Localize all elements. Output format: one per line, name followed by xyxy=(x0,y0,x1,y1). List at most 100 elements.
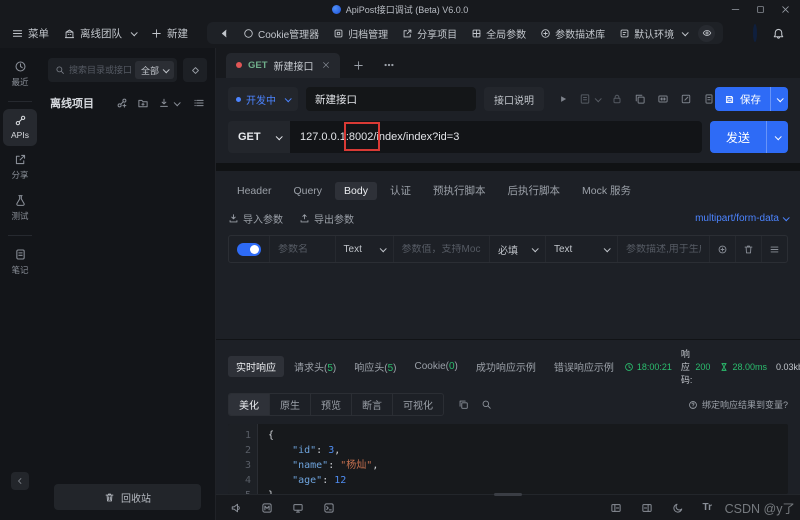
collapse-right-panel-button[interactable] xyxy=(641,502,653,514)
minimize-button[interactable] xyxy=(731,5,740,14)
tab-header[interactable]: Header xyxy=(228,182,280,200)
save-button[interactable]: 保存 xyxy=(715,87,788,111)
collapse-left-panel-button[interactable] xyxy=(610,502,622,514)
close-button[interactable] xyxy=(781,5,790,14)
search-response-button[interactable] xyxy=(481,399,492,410)
import-params-button[interactable]: 导入参数 xyxy=(228,211,283,226)
theme-toggle-button[interactable] xyxy=(672,502,684,514)
tab-realtime-response[interactable]: 实时响应 xyxy=(228,356,284,377)
view-visualize[interactable]: 可视化 xyxy=(393,394,443,415)
tab-auth[interactable]: 认证 xyxy=(381,180,420,201)
tab-post-script[interactable]: 后执行脚本 xyxy=(498,180,569,201)
runner-button[interactable] xyxy=(292,502,304,514)
param-more-settings-button[interactable] xyxy=(709,236,735,262)
main-menu-button[interactable]: 菜单 xyxy=(12,26,49,41)
api-doc-button[interactable]: 接口说明 xyxy=(484,87,544,111)
param-type-select[interactable]: Text xyxy=(335,236,393,262)
user-avatar[interactable] xyxy=(753,24,757,42)
import-button[interactable] xyxy=(158,97,179,109)
history-button[interactable] xyxy=(703,93,715,105)
report-button[interactable] xyxy=(579,93,600,105)
chevron-down-icon xyxy=(532,245,539,252)
bind-result-link[interactable]: 绑定响应结果到变量? xyxy=(688,398,788,411)
tab-cookies[interactable]: Cookie(0) xyxy=(407,358,466,375)
method-select[interactable]: GET xyxy=(228,121,290,153)
param-desc-input[interactable] xyxy=(626,244,701,255)
save-options-button[interactable] xyxy=(770,87,788,111)
param-value-input[interactable] xyxy=(402,244,481,255)
recycle-bin-button[interactable]: 回收站 xyxy=(54,484,201,510)
tab-error-example[interactable]: 错误响应示例 xyxy=(546,356,622,377)
search-input[interactable] xyxy=(69,65,131,75)
mock-service-button[interactable] xyxy=(261,502,273,514)
request-tab[interactable]: GET 新建接口 xyxy=(226,53,340,78)
api-status-select[interactable]: 开发中 xyxy=(228,87,298,111)
duplicate-button[interactable] xyxy=(634,93,646,105)
search-icon xyxy=(55,65,65,75)
team-selector[interactable]: 离线团队 xyxy=(64,26,136,41)
view-assert[interactable]: 断言 xyxy=(352,394,393,415)
search-filter-select[interactable]: 全部 xyxy=(135,61,174,79)
tab-close-button[interactable] xyxy=(322,61,330,69)
param-delete-button[interactable] xyxy=(735,236,761,262)
new-folder-button[interactable] xyxy=(137,97,149,109)
tab-response-headers[interactable]: 响应头(5) xyxy=(346,356,404,377)
new-api-button[interactable] xyxy=(116,97,128,109)
rail-item-share[interactable]: 分享 xyxy=(3,148,37,187)
view-raw[interactable]: 原生 xyxy=(270,394,311,415)
tab-request-headers[interactable]: 请求头(5) xyxy=(286,356,344,377)
console-button[interactable] xyxy=(323,502,335,514)
notifications-button[interactable] xyxy=(772,27,785,40)
collapse-toolbar-button[interactable] xyxy=(213,29,236,38)
param-value-type-select[interactable]: Text xyxy=(545,236,617,262)
tab-body[interactable]: Body xyxy=(335,182,377,200)
expand-button[interactable] xyxy=(657,93,669,105)
rail-item-recent[interactable]: 最近 xyxy=(3,55,37,94)
send-button[interactable]: 发送 xyxy=(710,121,788,153)
share-project-button[interactable]: 分享项目 xyxy=(395,26,464,41)
param-library-button[interactable]: 参数描述库 xyxy=(533,26,612,41)
edit-share-button[interactable] xyxy=(680,93,692,105)
new-button[interactable]: 新建 xyxy=(151,26,188,41)
archive-manager-button[interactable]: 归档管理 xyxy=(326,26,395,41)
tab-pre-script[interactable]: 预执行脚本 xyxy=(424,180,495,201)
send-options-button[interactable] xyxy=(766,121,788,153)
tab-success-example[interactable]: 成功响应示例 xyxy=(468,356,544,377)
announcement-button[interactable] xyxy=(230,502,242,514)
param-enable-toggle[interactable] xyxy=(237,243,261,256)
param-required-select[interactable]: 必填 xyxy=(489,236,545,262)
copy-response-button[interactable] xyxy=(458,399,469,410)
new-tab-button[interactable] xyxy=(348,54,370,76)
tab-more-button[interactable] xyxy=(378,54,400,76)
maximize-button[interactable] xyxy=(756,5,765,14)
export-params-button[interactable]: 导出参数 xyxy=(299,211,354,226)
rail-item-test[interactable]: 测试 xyxy=(3,189,37,228)
api-name-input[interactable] xyxy=(306,87,476,111)
view-mode-button[interactable] xyxy=(193,97,205,109)
rail-item-notes[interactable]: 笔记 xyxy=(3,243,37,282)
collapse-sidebar-button[interactable] xyxy=(11,472,29,490)
content-type-select[interactable]: multipart/form-data xyxy=(695,213,788,224)
clock-icon xyxy=(624,362,634,372)
flask-icon xyxy=(14,194,27,207)
view-beautify[interactable]: 美化 xyxy=(229,394,270,415)
cookie-manager-button[interactable]: Cookie管理器 xyxy=(236,26,326,41)
rail-item-apis[interactable]: APIs xyxy=(3,109,37,146)
default-env-selector[interactable]: 默认环境 xyxy=(612,26,694,41)
tab-mock[interactable]: Mock 服务 xyxy=(573,180,640,201)
response-view-row: 美化 原生 预览 断言 可视化 绑定响应结果到变量? xyxy=(228,393,788,416)
response-body-viewer[interactable]: 12345 { "id": 3, "name": "杨灿", "age": 12… xyxy=(228,424,788,494)
env-visibility-button[interactable] xyxy=(698,25,715,42)
url-input[interactable]: 127.0.0.1:8002/index/index?id=3 xyxy=(290,121,702,153)
param-name-input[interactable] xyxy=(278,244,327,255)
lock-button[interactable] xyxy=(611,93,623,105)
global-params-button[interactable]: 全局参数 xyxy=(464,26,533,41)
view-preview[interactable]: 预览 xyxy=(311,394,352,415)
font-size-button[interactable]: Tr xyxy=(703,502,712,513)
resize-handle[interactable] xyxy=(494,493,522,496)
param-drag-handle[interactable] xyxy=(761,236,787,262)
run-button[interactable] xyxy=(558,94,568,104)
env-switch-button[interactable] xyxy=(183,58,207,82)
api-tree[interactable] xyxy=(40,118,215,484)
tab-query[interactable]: Query xyxy=(284,182,331,200)
